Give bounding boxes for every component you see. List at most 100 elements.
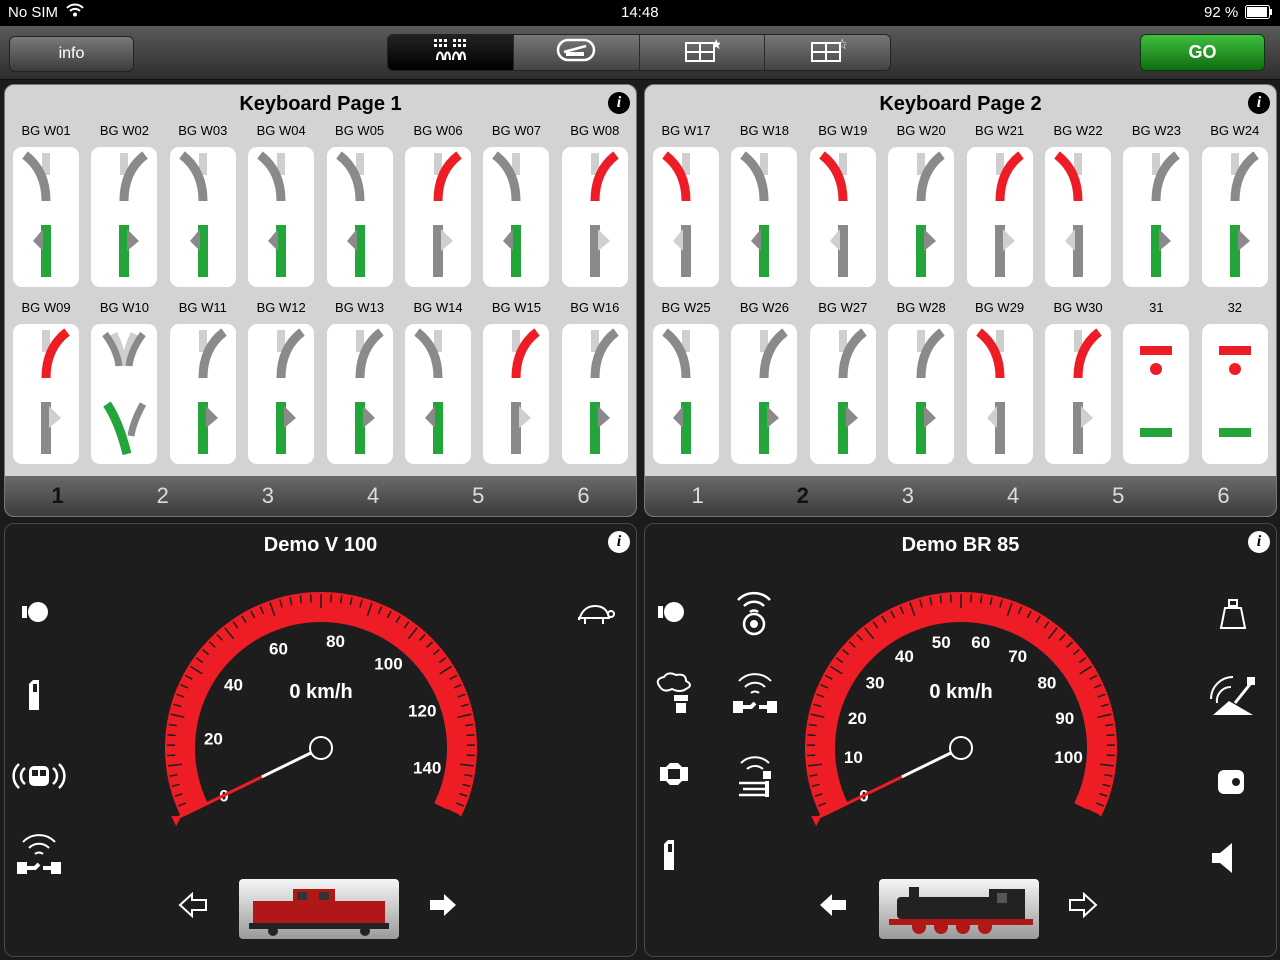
info-button[interactable]: info bbox=[9, 36, 134, 72]
direction-forward-button[interactable] bbox=[1065, 891, 1101, 922]
battery-icon bbox=[1245, 5, 1273, 23]
turnout-icon[interactable] bbox=[561, 147, 628, 287]
turnout-icon[interactable] bbox=[653, 147, 719, 287]
speed-tick-label: 80 bbox=[1037, 674, 1056, 693]
turnout-icon[interactable] bbox=[888, 147, 955, 287]
turnout-icon[interactable] bbox=[326, 147, 393, 287]
turnout-icon[interactable] bbox=[809, 324, 876, 464]
arrow-right-filled-icon bbox=[428, 892, 458, 923]
weight-function-button[interactable] bbox=[1209, 596, 1257, 636]
turnout-icon[interactable] bbox=[1045, 324, 1111, 464]
weight-icon bbox=[1219, 598, 1247, 635]
info-icon[interactable]: i bbox=[1248, 92, 1270, 114]
layout-star-icon: ★ bbox=[684, 37, 722, 68]
shunting-speed-function-button[interactable] bbox=[571, 596, 619, 636]
turnout-icon[interactable] bbox=[731, 147, 798, 287]
headlight-icon bbox=[20, 600, 50, 629]
smoke-function-button[interactable] bbox=[649, 670, 699, 720]
turnout-icon[interactable] bbox=[13, 147, 79, 287]
turnout-icon[interactable] bbox=[405, 147, 471, 287]
rail-sound-function-button[interactable] bbox=[729, 752, 781, 806]
turnout-label: BG W15 bbox=[491, 300, 541, 315]
page-tab[interactable]: 5 bbox=[426, 476, 531, 516]
keyboard-title: Keyboard Page 2 bbox=[879, 93, 1042, 115]
sound-loco-icon bbox=[11, 760, 67, 797]
toolbar: info ★ ☆ GO bbox=[0, 26, 1280, 80]
page-tab[interactable]: 6 bbox=[1171, 476, 1276, 516]
turnout-icon[interactable] bbox=[326, 324, 393, 464]
telex-coupler-function-button[interactable] bbox=[725, 670, 785, 722]
locomotive-icon bbox=[556, 38, 596, 67]
page-tab[interactable]: 2 bbox=[110, 476, 215, 516]
speed-tick bbox=[466, 734, 475, 737]
carrier-label: No SIM bbox=[8, 4, 59, 21]
turnout-icon[interactable] bbox=[653, 324, 719, 464]
loco-image[interactable] bbox=[239, 879, 399, 939]
page-tab[interactable]: 6 bbox=[531, 476, 636, 516]
speaker-icon bbox=[1210, 841, 1236, 880]
speed-tick bbox=[979, 595, 983, 604]
direction-backward-button[interactable] bbox=[815, 892, 851, 922]
keyboard-panel-2: Keyboard Page 2 i BG W17 BG W18 BG W19 B… bbox=[644, 84, 1277, 517]
aux-function-button[interactable] bbox=[1211, 764, 1251, 804]
signal-icon[interactable] bbox=[1123, 324, 1190, 464]
page-tab[interactable]: 3 bbox=[855, 476, 960, 516]
layout-tab[interactable]: ★ bbox=[639, 35, 766, 70]
turnout-icon[interactable] bbox=[966, 324, 1033, 464]
coal-shovel-function-button[interactable] bbox=[1201, 672, 1261, 722]
sound-horn-function-button[interactable] bbox=[9, 756, 69, 800]
turnout-icon[interactable] bbox=[91, 147, 158, 287]
turnout-icon[interactable] bbox=[1123, 147, 1190, 287]
page-tab[interactable]: 4 bbox=[961, 476, 1066, 516]
turnout-icon[interactable] bbox=[169, 147, 236, 287]
turnout-label: BG W08 bbox=[570, 123, 620, 138]
headlight-function-button[interactable] bbox=[649, 596, 693, 632]
turnout-icon[interactable] bbox=[483, 147, 550, 287]
keyboard-tab[interactable] bbox=[388, 35, 514, 70]
speed-tick-label: 40 bbox=[224, 676, 243, 695]
smoke-icon bbox=[652, 671, 696, 720]
cab-light-function-button[interactable] bbox=[13, 674, 57, 718]
page-tab[interactable]: 1 bbox=[645, 476, 750, 516]
signal-icon[interactable] bbox=[1201, 324, 1268, 464]
svg-text:★: ★ bbox=[710, 37, 720, 53]
turnout-icon[interactable] bbox=[1045, 147, 1111, 287]
turnout-icon[interactable] bbox=[248, 324, 315, 464]
loco-image[interactable] bbox=[879, 879, 1039, 939]
direction-backward-button[interactable] bbox=[175, 891, 211, 922]
layout2-tab[interactable]: ☆ bbox=[765, 35, 890, 70]
turnout-label: BG W24 bbox=[1210, 123, 1260, 138]
cylinder-steam-function-button[interactable] bbox=[649, 756, 699, 796]
headlight-function-button[interactable] bbox=[13, 596, 57, 632]
page-tab[interactable]: 3 bbox=[215, 476, 320, 516]
page-tab[interactable]: 5 bbox=[1066, 476, 1171, 516]
turnout-icon[interactable] bbox=[731, 324, 798, 464]
cab-light-function-button[interactable] bbox=[655, 834, 685, 878]
headlight-icon bbox=[656, 600, 686, 629]
page-tab[interactable]: 2 bbox=[750, 476, 855, 516]
sound-function-button[interactable] bbox=[729, 588, 779, 640]
turnout-icon[interactable] bbox=[13, 324, 79, 464]
page-tab[interactable]: 1 bbox=[5, 476, 110, 516]
diesel-locomotive-icon bbox=[239, 889, 399, 943]
locomotive-tab[interactable] bbox=[513, 35, 640, 70]
telex-coupler-function-button[interactable] bbox=[9, 832, 69, 882]
keyboard-panel-1: Keyboard Page 1 i BG W01 BG W02 BG W03 B… bbox=[4, 84, 637, 517]
turnout-icon[interactable] bbox=[248, 147, 315, 287]
go-button[interactable]: GO bbox=[1140, 34, 1265, 71]
turnout-icon[interactable] bbox=[483, 324, 550, 464]
turnout-icon[interactable] bbox=[561, 324, 628, 464]
turnout-icon[interactable] bbox=[966, 147, 1033, 287]
turnout-label: BG W10 bbox=[99, 300, 149, 315]
turnout-icon[interactable] bbox=[91, 324, 158, 464]
direction-forward-button[interactable] bbox=[425, 892, 461, 922]
turnout-icon[interactable] bbox=[888, 324, 955, 464]
page-tab[interactable]: 4 bbox=[321, 476, 426, 516]
turnout-icon[interactable] bbox=[809, 147, 876, 287]
speed-arc bbox=[805, 592, 1117, 817]
info-icon[interactable]: i bbox=[608, 92, 630, 114]
turnout-icon[interactable] bbox=[405, 324, 471, 464]
turnout-icon[interactable] bbox=[169, 324, 236, 464]
volume-function-button[interactable] bbox=[1203, 840, 1243, 880]
turnout-icon[interactable] bbox=[1201, 147, 1268, 287]
